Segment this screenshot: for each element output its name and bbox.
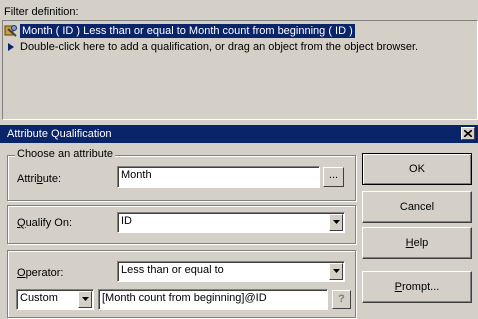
cancel-button[interactable]: Cancel: [362, 191, 472, 223]
dialog-titlebar[interactable]: Attribute Qualification: [0, 125, 478, 143]
qualify-on-dropdown-button[interactable]: [329, 214, 343, 231]
question-icon: ?: [338, 293, 345, 305]
qualify-on-value: ID: [121, 215, 132, 227]
filter-definition-box[interactable]: Month ( ID ) Less than or equal to Month…: [2, 20, 478, 120]
filter-definition-label: Filter definition:: [4, 6, 79, 18]
value-type-select[interactable]: Custom: [16, 289, 94, 310]
operator-label: Operator:: [17, 267, 64, 279]
filter-add-hint-text: Double-click here to add a qualification…: [20, 41, 419, 53]
expression-field[interactable]: [Month count from beginning]@ID: [98, 289, 328, 310]
qualify-on-label: Qualify On:: [17, 217, 73, 229]
browse-attribute-button[interactable]: ...: [323, 167, 344, 187]
qualify-on-select[interactable]: ID: [117, 212, 345, 233]
operator-dropdown-button[interactable]: [329, 263, 343, 280]
browse-attribute-label: ...: [328, 169, 339, 181]
expression-value: [Month count from beginning]@ID: [102, 292, 267, 304]
attribute-field-value: Month: [121, 169, 152, 181]
operator-value: Less than or equal to: [121, 264, 224, 276]
chevron-down-icon: [333, 269, 340, 273]
filter-condition-icon: [4, 24, 18, 38]
ok-button[interactable]: OK: [362, 153, 472, 185]
prompt-button[interactable]: Prompt...: [362, 271, 472, 303]
dialog-title: Attribute Qualification: [7, 128, 112, 140]
filter-condition-row[interactable]: Month ( ID ) Less than or equal to Month…: [4, 23, 355, 39]
operator-select[interactable]: Less than or equal to: [117, 261, 345, 282]
ok-label: OK: [409, 163, 425, 175]
chevron-down-icon: [333, 220, 340, 224]
cancel-label: Cancel: [399, 201, 435, 213]
choose-attribute-group: Choose an attribute Attribute: Month ...: [7, 148, 356, 201]
close-icon: [464, 130, 472, 137]
value-type-dropdown-button[interactable]: [78, 291, 92, 308]
operator-group: Operator: Less than or equal to Custom […: [7, 250, 356, 318]
chevron-down-icon: [82, 297, 89, 301]
help-expression-button[interactable]: ?: [332, 290, 351, 309]
filter-add-hint-row[interactable]: Double-click here to add a qualification…: [4, 39, 418, 55]
value-type-value: Custom: [20, 292, 58, 304]
attribute-qualification-dialog: Attribute Qualification Choose an attrib…: [0, 125, 478, 319]
help-label: Help: [405, 237, 429, 249]
attribute-label: Attribute:: [17, 173, 62, 185]
filter-definition-pane: Filter definition: Month ( ID ) Less tha…: [0, 0, 478, 121]
attribute-field[interactable]: Month: [117, 166, 320, 188]
prompt-label: Prompt...: [394, 281, 440, 293]
qualify-on-group: Qualify On: ID: [7, 205, 356, 244]
choose-attribute-legend: Choose an attribute: [15, 148, 116, 160]
help-button[interactable]: Help: [362, 227, 472, 259]
filter-condition-text: Month ( ID ) Less than or equal to Month…: [20, 24, 355, 39]
arrow-right-icon: [4, 40, 18, 54]
close-button[interactable]: [461, 127, 475, 140]
